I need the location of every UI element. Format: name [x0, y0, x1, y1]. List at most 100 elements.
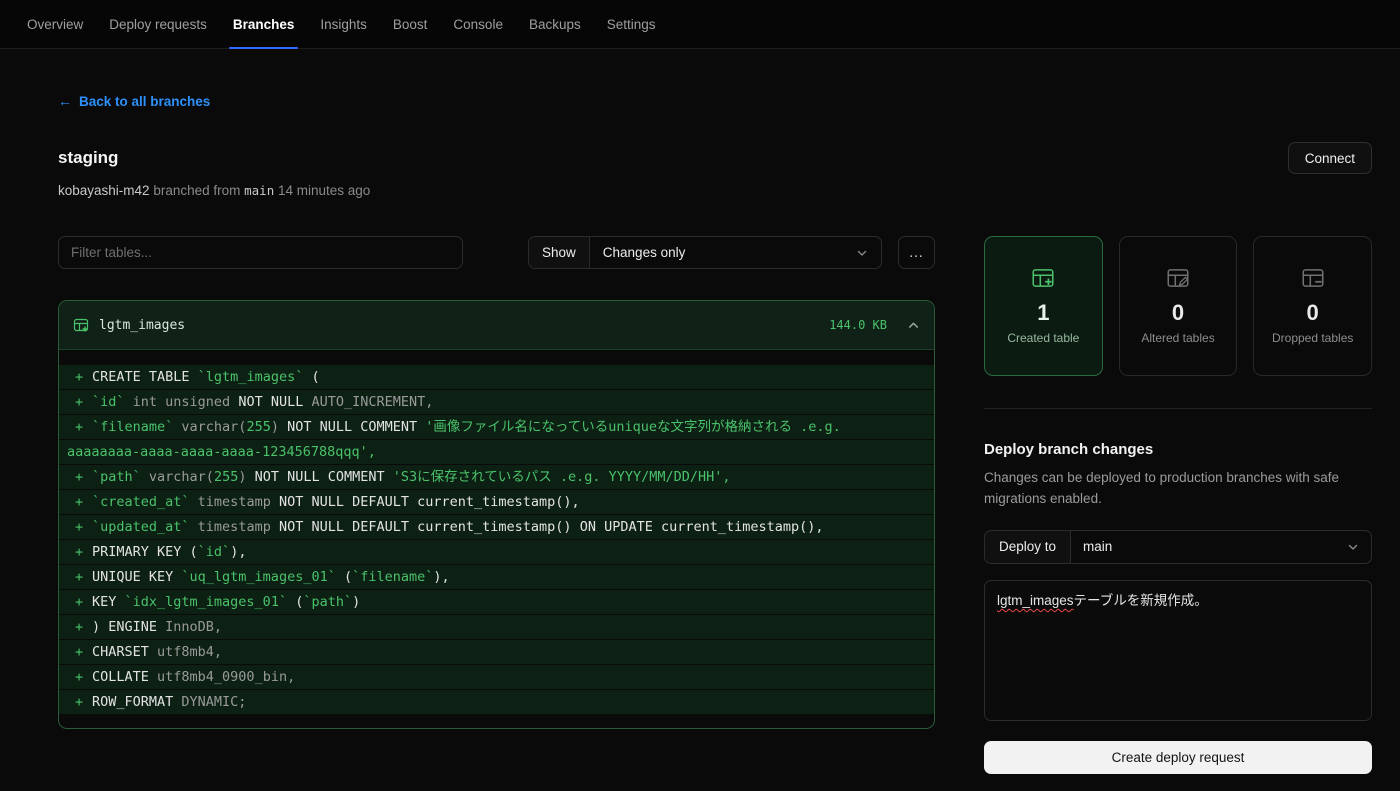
create-deploy-request-button[interactable]: Create deploy request [984, 740, 1372, 774]
table-pencil-icon [1165, 265, 1191, 291]
diff-line: + CREATE TABLE `lgtm_images` ( [59, 365, 934, 389]
altered-tables-count: 0 [1171, 300, 1185, 326]
diff-line: + PRIMARY KEY (`id`), [59, 540, 934, 564]
back-link-label: Back to all branches [79, 93, 211, 109]
deploy-section-description: Changes can be deployed to production br… [984, 470, 1339, 506]
diff-plus-sign: + [75, 394, 84, 410]
nav-item-branches[interactable]: Branches [220, 0, 308, 49]
parent-branch-name: main [244, 183, 275, 198]
branch-name-title: staging [58, 148, 119, 167]
divider [984, 408, 1372, 409]
nav-item-boost[interactable]: Boost [380, 0, 441, 48]
tables-toolbar: Show Changes only … [58, 236, 935, 269]
diff-plus-sign: + [75, 669, 84, 685]
diff-code-text: `created_at` timestamp NOT NULL DEFAULT … [92, 494, 580, 510]
chevron-down-icon [856, 247, 868, 259]
created-tables-label: Created table [1007, 330, 1080, 345]
back-to-branches-link[interactable]: ← Back to all branches [58, 94, 210, 109]
filter-tables-input[interactable] [58, 236, 463, 269]
diff-body: + CREATE TABLE `lgtm_images` ( + `id` int u… [59, 350, 934, 728]
diff-code-text: CHARSET utf8mb4, [92, 644, 223, 660]
more-options-button[interactable]: … [898, 236, 935, 269]
diff-plus-sign: + [75, 419, 84, 435]
show-select[interactable]: Changes only [590, 237, 881, 268]
nav-item-settings[interactable]: Settings [594, 0, 669, 48]
table-plus-icon [1030, 265, 1056, 291]
table-minus-icon [1300, 265, 1326, 291]
diff-table-size: 144.0 KB [829, 318, 887, 332]
show-selected-value: Changes only [602, 245, 686, 260]
chevron-up-icon[interactable] [907, 319, 920, 332]
diff-line: + `filename` varchar(255) NOT NULL COMMEN… [59, 415, 934, 439]
stat-card-dropped-tables: 0 Dropped tables [1253, 236, 1373, 376]
branched-from-text: branched from [153, 183, 241, 198]
connect-button[interactable]: Connect [1287, 142, 1372, 174]
diff-code-text: `filename` varchar(255) NOT NULL COMMENT… [92, 419, 841, 435]
diff-plus-sign: + [75, 644, 84, 660]
nav-item-backups[interactable]: Backups [516, 0, 594, 48]
show-filter-control[interactable]: Show Changes only [528, 236, 882, 269]
chevron-down-icon [1347, 541, 1359, 553]
diff-line: + `created_at` timestamp NOT NULL DEFAULT… [59, 490, 934, 514]
diff-code-text: `id` int unsigned NOT NULL AUTO_INCREMEN… [92, 394, 434, 410]
diff-plus-sign: + [75, 544, 84, 560]
dropped-tables-count: 0 [1306, 300, 1319, 326]
nav-item-overview[interactable]: Overview [14, 0, 96, 48]
schema-change-stats: 1 Created table 0 Altered tables 0 Dropp… [984, 236, 1373, 376]
diff-line: + KEY `idx_lgtm_images_01` (`path`) [59, 590, 934, 614]
page-content: ← Back to all branches staging Connect k… [0, 93, 1400, 774]
diff-plus-sign: + [75, 519, 84, 535]
table-created-icon [73, 317, 89, 333]
deploy-note-text: テーブルを新規作成。 [1073, 592, 1208, 608]
top-navigation: Overview Deploy requests Branches Insigh… [0, 0, 1400, 49]
deploy-to-control[interactable]: Deploy to main [984, 529, 1372, 564]
diff-line: + COLLATE utf8mb4_0900_bin, [59, 665, 934, 689]
diff-line: + `updated_at` timestamp NOT NULL DEFAULT… [59, 515, 934, 539]
diff-plus-sign: + [75, 469, 84, 485]
diff-code-text: ) ENGINE InnoDB, [92, 619, 223, 635]
deploy-section-heading: Deploy branch changes [984, 441, 1154, 458]
diff-line: + `id` int unsigned NOT NULL AUTO_INCREME… [59, 390, 934, 414]
nav-item-console[interactable]: Console [440, 0, 516, 48]
nav-item-deploy-requests[interactable]: Deploy requests [96, 0, 220, 48]
stat-card-created-tables: 1 Created table [984, 236, 1103, 376]
diff-code-text: KEY `idx_lgtm_images_01` (`path`) [92, 594, 361, 610]
deploy-to-label: Deploy to [985, 530, 1072, 563]
diff-code-text: UNIQUE KEY `uq_lgtm_images_01` (`filenam… [92, 569, 450, 585]
diff-line: + `path` varchar(255) NOT NULL COMMENT 'S… [59, 465, 934, 489]
dropped-tables-label: Dropped tables [1271, 330, 1354, 345]
show-label: Show [529, 237, 590, 268]
diff-line: + CHARSET utf8mb4, [59, 640, 934, 664]
diff-line: + UNIQUE KEY `uq_lgtm_images_01` (`filena… [59, 565, 934, 589]
nav-item-insights[interactable]: Insights [307, 0, 380, 48]
altered-tables-label: Altered tables [1141, 330, 1215, 345]
diff-code-text: `path` varchar(255) NOT NULL COMMENT 'S3… [92, 469, 731, 485]
table-diff-panel: lgtm_images 144.0 KB + CREATE TABLE `lgtm… [58, 300, 935, 729]
diff-code-text: aaaaaaaa-aaaa-aaaa-aaaa-123456788qqq', [67, 444, 376, 460]
diff-plus-sign: + [75, 369, 84, 385]
diff-code-text: `updated_at` timestamp NOT NULL DEFAULT … [92, 519, 824, 535]
diff-code-text: PRIMARY KEY (`id`), [92, 544, 247, 560]
branch-author: kobayashi-m42 [58, 183, 150, 198]
deploy-note-input[interactable]: lgtm_imagesテーブルを新規作成。 [984, 579, 1372, 721]
diff-table-name: lgtm_images [99, 317, 186, 333]
branch-time-ago: 14 minutes ago [278, 183, 371, 198]
diff-plus-sign: + [75, 619, 84, 635]
deploy-to-selected-branch: main [1083, 539, 1113, 555]
diff-plus-sign: + [75, 569, 84, 585]
diff-code-text: CREATE TABLE `lgtm_images` ( [92, 369, 320, 385]
created-tables-count: 1 [1037, 300, 1050, 326]
diff-line: aaaaaaaa-aaaa-aaaa-aaaa-123456788qqq', [59, 440, 934, 464]
deploy-to-select[interactable]: main [1071, 531, 1371, 563]
diff-code-text: COLLATE utf8mb4_0900_bin, [92, 669, 296, 685]
diff-plus-sign: + [75, 694, 84, 710]
branch-subtitle: kobayashi-m42 branched from main 14 minu… [58, 183, 1372, 198]
diff-plus-sign: + [75, 594, 84, 610]
diff-panel-header[interactable]: lgtm_images 144.0 KB [59, 301, 934, 350]
deploy-note-highlighted-word: lgtm_images [997, 592, 1074, 608]
stat-card-altered-tables: 0 Altered tables [1118, 236, 1238, 376]
diff-line: + ROW_FORMAT DYNAMIC; [59, 690, 934, 714]
back-arrow-icon: ← [58, 93, 72, 109]
diff-plus-sign: + [75, 494, 84, 510]
diff-code-text: ROW_FORMAT DYNAMIC; [92, 694, 247, 710]
